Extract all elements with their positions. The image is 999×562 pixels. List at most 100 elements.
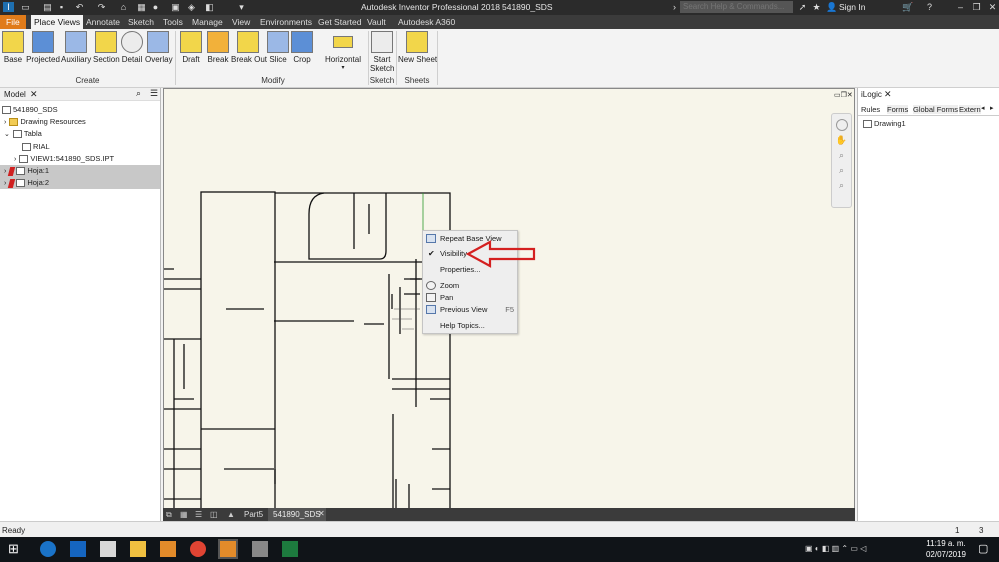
- steering-wheel-icon[interactable]: [835, 119, 848, 131]
- navigation-bar[interactable]: ✋ ⌕ ⌕ ⌕: [831, 113, 852, 208]
- tab-rules[interactable]: Rules: [861, 105, 881, 114]
- tree-view1[interactable]: › VIEW1:541890_SDS.IPT: [14, 153, 174, 165]
- horizontal-tile-icon[interactable]: ☰: [195, 510, 202, 519]
- tab-sketch[interactable]: Sketch: [125, 15, 157, 29]
- file-explorer-icon[interactable]: [130, 541, 146, 557]
- user-icon[interactable]: 👤: [826, 2, 837, 12]
- open-docs-icon[interactable]: ▲: [227, 510, 235, 519]
- document-tabs: ⧉ ▦ ☰ ◫ ▲ Part5 541890_SDS ✕: [163, 508, 855, 521]
- tab-autodesk-a360[interactable]: Autodesk A360: [395, 15, 458, 29]
- sign-in-link[interactable]: Sign In: [839, 2, 865, 12]
- crop-button[interactable]: Crop: [291, 31, 313, 64]
- cart-icon[interactable]: 🛒: [902, 2, 913, 12]
- tree-root[interactable]: 541890_SDS: [2, 104, 162, 116]
- save-icon[interactable]: ▪: [56, 2, 67, 12]
- tab-external[interactable]: Extern: [959, 105, 981, 114]
- search-icon[interactable]: ⌕: [136, 88, 141, 99]
- app-logo-icon[interactable]: I: [3, 2, 14, 12]
- comm-center-icon[interactable]: ➚: [797, 2, 808, 12]
- auxiliary-button[interactable]: Auxiliary: [61, 31, 91, 64]
- canvas-window-controls[interactable]: ▭❐✕: [834, 91, 853, 100]
- excel-icon[interactable]: [282, 541, 298, 557]
- model-browser: Model ✕ ⌕ ☰ 541890_SDS › Drawing Resource…: [0, 88, 161, 521]
- close-panel-icon[interactable]: ✕: [30, 89, 38, 100]
- search-arrow-icon[interactable]: ›: [669, 2, 680, 12]
- tab-place-views[interactable]: Place Views: [31, 15, 84, 29]
- grid-icon[interactable]: ▦: [180, 510, 188, 519]
- break-out-button[interactable]: Break Out: [231, 31, 267, 64]
- ilogic-item-drawing1[interactable]: Drawing1: [863, 119, 906, 129]
- vertical-tile-icon[interactable]: ◫: [210, 510, 218, 519]
- horizontal-button[interactable]: Horizontal ▾: [323, 31, 363, 71]
- new-icon[interactable]: ▭: [20, 2, 31, 12]
- tab-view[interactable]: View: [229, 15, 253, 29]
- undo-icon[interactable]: ↶: [74, 2, 85, 12]
- base-button[interactable]: Base: [2, 31, 24, 64]
- edge-browser-icon[interactable]: [40, 541, 56, 557]
- tree-hoja-1[interactable]: › Hoja:1: [0, 165, 160, 177]
- tab-tools[interactable]: Tools: [160, 15, 186, 29]
- app-icon[interactable]: [252, 541, 268, 557]
- tab-manage[interactable]: Manage: [189, 15, 226, 29]
- detail-button[interactable]: Detail: [120, 31, 144, 64]
- draft-button[interactable]: Draft: [179, 31, 203, 64]
- tab-file[interactable]: File: [0, 15, 26, 29]
- chrome-icon[interactable]: [190, 541, 206, 557]
- inventor-active-icon[interactable]: [218, 539, 238, 559]
- minimize-icon[interactable]: –: [955, 2, 966, 12]
- menu-item-previous-view[interactable]: Previous View F5: [423, 303, 517, 316]
- doc-tab-part5[interactable]: Part5: [241, 508, 266, 521]
- tree-tabla[interactable]: ⌄ Tabla: [4, 128, 164, 140]
- windows-start-icon[interactable]: ⊞: [8, 541, 24, 557]
- zoom-window-icon[interactable]: ⌕: [832, 148, 851, 163]
- open-icon[interactable]: ▤: [42, 2, 53, 12]
- zoom-all-icon[interactable]: ⌕: [832, 178, 851, 193]
- close-icon[interactable]: ✕: [987, 2, 998, 12]
- restore-icon[interactable]: ❐: [971, 2, 982, 12]
- close-tab-icon[interactable]: ✕: [318, 509, 325, 518]
- search-input[interactable]: [680, 1, 793, 13]
- print-icon[interactable]: ▣: [170, 2, 181, 12]
- tab-annotate[interactable]: Annotate: [83, 15, 123, 29]
- tab-vault[interactable]: Vault: [364, 15, 389, 29]
- tab-scroll-left-icon[interactable]: ◂: [981, 104, 985, 112]
- doc-tab-541890-sds[interactable]: 541890_SDS: [268, 508, 326, 521]
- menu-item-help-topics[interactable]: Help Topics...: [423, 319, 517, 332]
- taskbar-date[interactable]: 02/07/2019: [924, 550, 968, 559]
- outlook-icon[interactable]: [70, 541, 86, 557]
- measure-icon[interactable]: ◈: [186, 2, 197, 12]
- tile-icon[interactable]: ⧉: [166, 510, 172, 520]
- select-icon[interactable]: ●: [150, 2, 161, 12]
- taskbar-time[interactable]: 11:19 a. m.: [926, 539, 966, 548]
- tab-forms[interactable]: Forms: [887, 105, 909, 114]
- section-button[interactable]: Section: [93, 31, 120, 64]
- favorites-icon[interactable]: ★: [811, 2, 822, 12]
- appearance-icon[interactable]: ◧: [204, 2, 215, 12]
- tray-icons[interactable]: ▣ ◐ ◧ ▥ ⌃ ▭ ◁: [805, 544, 866, 553]
- tab-scroll-right-icon[interactable]: ▸: [990, 104, 994, 112]
- inventor-icon[interactable]: [160, 541, 176, 557]
- notifications-icon[interactable]: ▢: [978, 542, 988, 555]
- tree-rial[interactable]: RIAL: [22, 141, 182, 153]
- tree-drawing-resources[interactable]: › Drawing Resources: [4, 116, 164, 128]
- start-sketch-button[interactable]: Start Sketch: [370, 31, 394, 73]
- new-sheet-button[interactable]: New Sheet: [398, 31, 437, 64]
- tab-global-forms[interactable]: Global Forms: [913, 105, 959, 114]
- slice-button[interactable]: Slice: [267, 31, 289, 64]
- menu-icon[interactable]: ☰: [150, 88, 158, 99]
- zoom-icon[interactable]: ⌕: [832, 163, 851, 178]
- break-button[interactable]: Break: [206, 31, 230, 64]
- projected-button[interactable]: Projected: [26, 31, 60, 64]
- tab-get-started[interactable]: Get Started: [315, 15, 364, 29]
- tab-environments[interactable]: Environments: [257, 15, 315, 29]
- pan-icon[interactable]: ✋: [832, 133, 851, 148]
- customize-icon[interactable]: ▾: [236, 2, 247, 12]
- update-icon[interactable]: ▦: [136, 2, 147, 12]
- help-icon[interactable]: ?: [924, 2, 935, 12]
- overlay-button[interactable]: Overlay: [145, 31, 173, 64]
- redo-icon[interactable]: ↷: [96, 2, 107, 12]
- tree-hoja-2[interactable]: › Hoja:2: [0, 177, 160, 189]
- notepad-icon[interactable]: [100, 541, 116, 557]
- close-panel-icon[interactable]: ✕: [884, 89, 892, 100]
- home-icon[interactable]: ⌂: [118, 2, 129, 12]
